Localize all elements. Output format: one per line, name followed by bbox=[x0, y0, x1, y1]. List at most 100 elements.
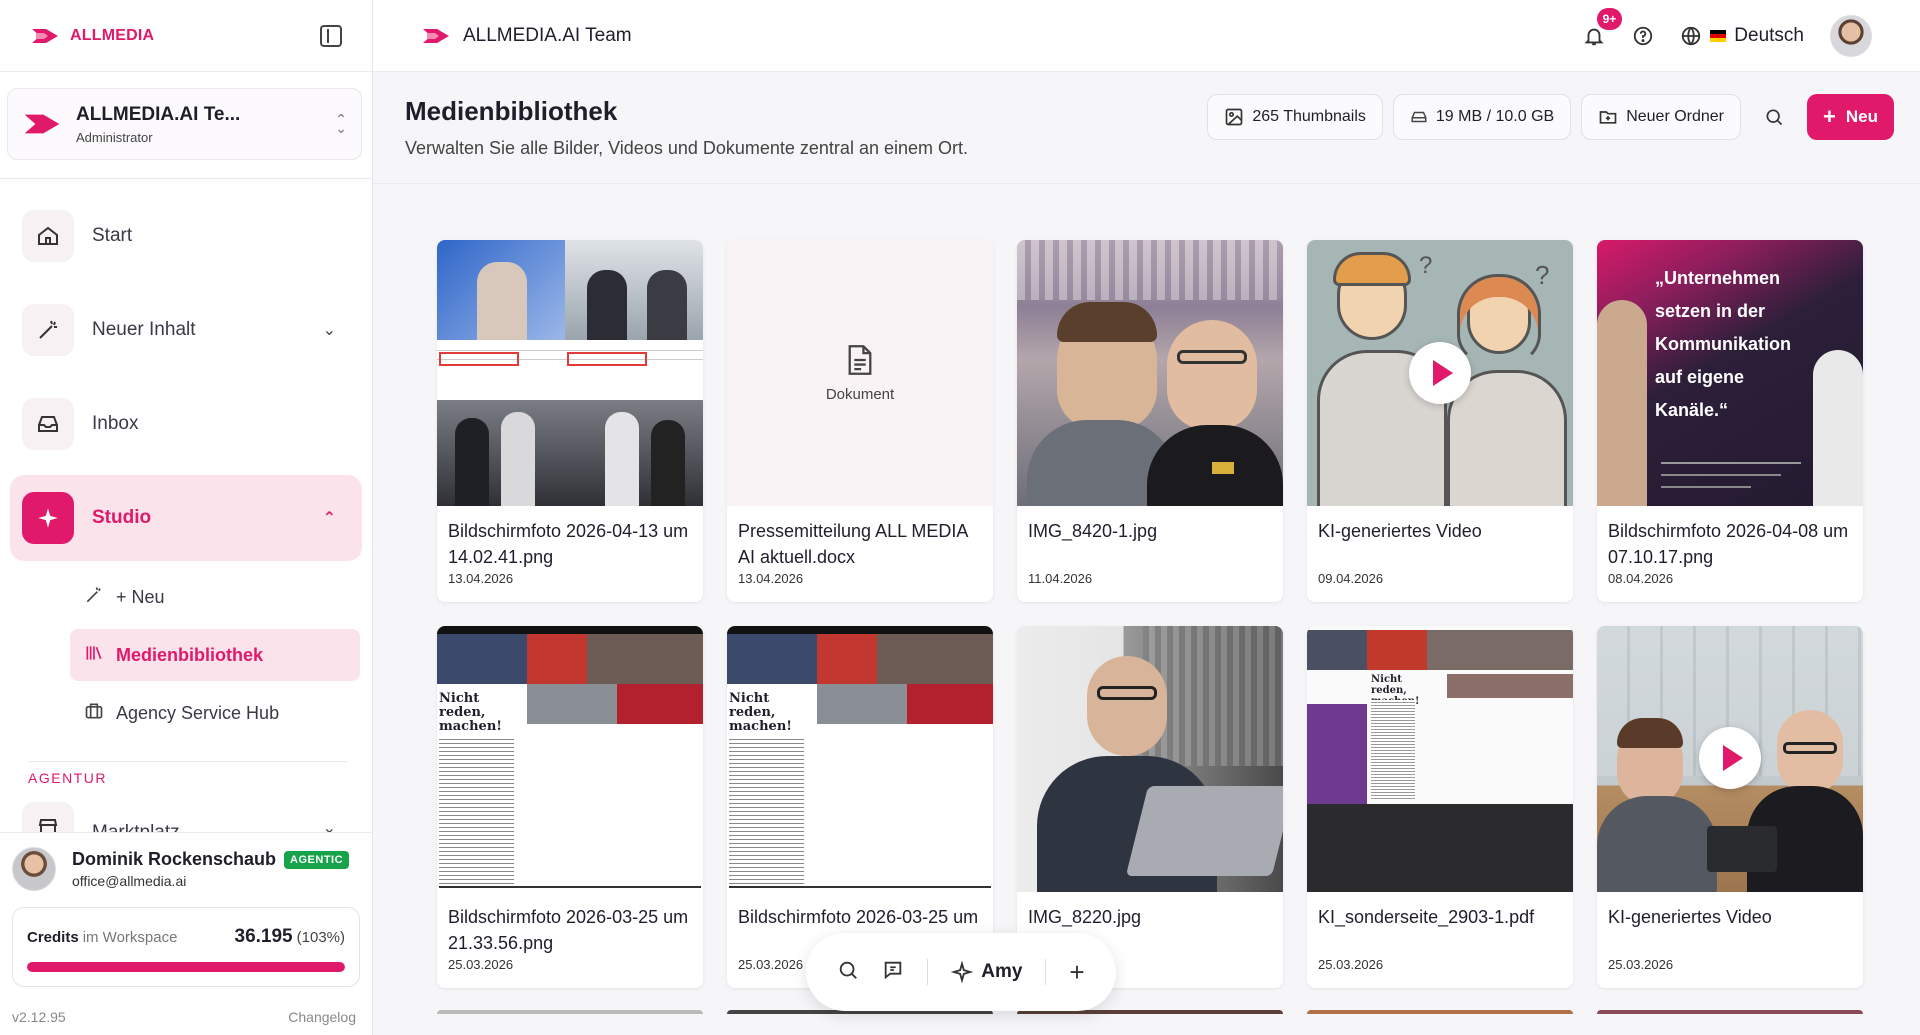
media-card[interactable]: Nicht reden, machen! Bildschirmfoto 2026… bbox=[437, 626, 703, 988]
globe-icon bbox=[1682, 26, 1701, 46]
next-row-card-peek bbox=[1307, 1010, 1573, 1014]
credits-progress-bar bbox=[27, 962, 345, 972]
media-date: 13.04.2026 bbox=[448, 571, 514, 586]
credits-card[interactable]: Credits im Workspace 36.195 (103%) bbox=[12, 907, 360, 987]
language-label: Deutsch bbox=[1734, 24, 1804, 46]
dock-add-button[interactable]: + bbox=[1069, 959, 1084, 985]
media-date: 25.03.2026 bbox=[448, 957, 514, 972]
credits-percent: (103%) bbox=[296, 929, 345, 946]
sub-item-neu[interactable]: + Neu bbox=[70, 571, 360, 623]
page-title: Medienbibliothek bbox=[405, 96, 618, 126]
media-date: 08.04.2026 bbox=[1608, 571, 1674, 586]
media-thumbnail: Nicht reden, machen! bbox=[437, 626, 703, 892]
user-row[interactable]: Dominik Rockenschaub AGENTIC office@allm… bbox=[12, 847, 360, 891]
nav-label: Inbox bbox=[92, 413, 139, 434]
notifications-button[interactable]: 9+ bbox=[1582, 7, 1623, 48]
media-title: Pressemitteilung ALL MEDIA AI aktuell.do… bbox=[738, 521, 968, 567]
chevron-updown-icon: ⌃ ⌄ bbox=[335, 111, 347, 136]
media-card[interactable]: KI-generiertes Video 25.03.2026 bbox=[1597, 626, 1863, 988]
workspace-logo-icon bbox=[24, 114, 60, 134]
assistant-label: Amy bbox=[981, 961, 1023, 982]
play-icon[interactable] bbox=[1699, 727, 1761, 789]
language-switcher[interactable]: Deutsch bbox=[1680, 25, 1804, 47]
media-title: KI-generiertes Video bbox=[1318, 521, 1482, 541]
assistant-amy-button[interactable]: Amy bbox=[951, 961, 1022, 983]
play-icon[interactable] bbox=[1409, 342, 1471, 404]
search-button[interactable] bbox=[1751, 94, 1797, 140]
workspace-switcher[interactable]: ALLMEDIA.AI Te... Administrator ⌃ ⌄ bbox=[7, 88, 362, 160]
media-title: KI_sonderseite_2903-1.pdf bbox=[1318, 907, 1535, 927]
media-title: KI-generiertes Video bbox=[1608, 907, 1772, 927]
magic-wand-icon bbox=[84, 585, 104, 610]
thumbnails-count-button[interactable]: 265 Thumbnails bbox=[1207, 94, 1383, 140]
media-title: Bildschirmfoto 2026-03-25 um 21.33.56.pn… bbox=[448, 907, 689, 953]
credits-sub-label: im Workspace bbox=[82, 929, 178, 946]
sidebar-header: ALLMEDIA bbox=[0, 0, 372, 72]
nav-item-inbox[interactable]: Inbox bbox=[10, 381, 362, 467]
help-icon[interactable] bbox=[1632, 25, 1654, 47]
sidebar-collapse-icon[interactable] bbox=[320, 24, 342, 47]
new-button-label: Neu bbox=[1845, 107, 1878, 126]
page-header: Medienbibliothek Verwalten Sie alle Bild… bbox=[373, 72, 1920, 184]
credits-progress-fill bbox=[27, 962, 345, 972]
media-card[interactable]: ? ? KI-generiertes Video 09.04.2026 bbox=[1307, 240, 1573, 602]
question-mark-decoration: ? bbox=[1535, 260, 1550, 290]
home-icon bbox=[22, 210, 74, 262]
version-label: v2.12.95 bbox=[12, 1009, 66, 1025]
agentic-badge: AGENTIC bbox=[284, 850, 350, 869]
media-thumbnail: Dokument bbox=[727, 240, 993, 506]
floating-action-dock: Amy + bbox=[806, 933, 1116, 1011]
sub-item-agency-service-hub[interactable]: Agency Service Hub bbox=[70, 687, 360, 739]
nav-label: Neuer Inhalt bbox=[92, 319, 196, 340]
user-panel: Dominik Rockenschaub AGENTIC office@allm… bbox=[0, 832, 372, 1035]
profile-avatar[interactable] bbox=[1830, 14, 1872, 57]
search-icon bbox=[840, 961, 858, 979]
workspace-role: Administrator bbox=[76, 129, 153, 145]
media-thumbnail: „Unternehmen setzen in der Kommunikation… bbox=[1597, 240, 1863, 506]
sparkle-icon bbox=[22, 492, 74, 544]
media-date: 25.03.2026 bbox=[1608, 957, 1674, 972]
changelog-link[interactable]: Changelog bbox=[288, 1009, 356, 1025]
credits-label: Credits bbox=[27, 929, 79, 946]
next-row-card-peek bbox=[437, 1010, 703, 1014]
workspace-name: ALLMEDIA.AI Te... bbox=[76, 103, 241, 125]
search-icon bbox=[1766, 109, 1783, 126]
media-thumbnail bbox=[437, 240, 703, 506]
nav-item-start[interactable]: Start bbox=[10, 193, 362, 279]
media-card[interactable]: Nicht reden, machen! KI_sonderseite_2903… bbox=[1307, 626, 1573, 988]
sub-item-label: Agency Service Hub bbox=[116, 702, 280, 723]
new-folder-button[interactable]: Neuer Ordner bbox=[1581, 94, 1742, 140]
nav-label: Studio bbox=[92, 507, 152, 528]
team-logo-icon bbox=[423, 28, 449, 43]
storage-label: 19 MB / 10.0 GB bbox=[1435, 108, 1555, 125]
new-button[interactable]: + Neu bbox=[1807, 94, 1894, 140]
storage-usage: 19 MB / 10.0 GB bbox=[1392, 94, 1572, 140]
media-card[interactable]: Bildschirmfoto 2026-04-13 um 14.02.41.pn… bbox=[437, 240, 703, 602]
document-icon bbox=[848, 344, 872, 375]
media-card[interactable]: Dokument Pressemitteilung ALL MEDIA AI a… bbox=[727, 240, 993, 602]
media-thumbnail: Nicht reden, machen! bbox=[1307, 626, 1573, 892]
section-label-agentur: AGENTUR bbox=[28, 761, 348, 786]
sub-item-medienbibliothek[interactable]: Medienbibliothek bbox=[70, 629, 360, 681]
main-nav: Start Neuer Inhalt ⌄ Inbox Studio ⌃ + Ne… bbox=[0, 178, 372, 842]
page-subtitle: Verwalten Sie alle Bilder, Videos und Do… bbox=[405, 138, 968, 158]
media-card[interactable]: IMG_8420-1.jpg 11.04.2026 bbox=[1017, 240, 1283, 602]
newspaper-headline: Nicht reden, machen! bbox=[729, 691, 792, 734]
dock-feedback-button[interactable] bbox=[882, 959, 904, 986]
thumbnails-count: 265 Thumbnails bbox=[1252, 108, 1366, 125]
media-grid: Bildschirmfoto 2026-04-13 um 14.02.41.pn… bbox=[437, 240, 1863, 988]
newspaper-headline: Nicht reden, machen! bbox=[439, 691, 502, 734]
media-card[interactable]: „Unternehmen setzen in der Kommunikation… bbox=[1597, 240, 1863, 602]
sidebar-footer: v2.12.95 Changelog bbox=[12, 1009, 356, 1025]
brand-logo-icon bbox=[32, 28, 58, 43]
dock-search-button[interactable] bbox=[837, 959, 859, 986]
nav-item-studio[interactable]: Studio ⌃ bbox=[10, 475, 362, 561]
german-flag-icon bbox=[1710, 29, 1727, 42]
chevron-up-icon: ⌃ bbox=[322, 510, 336, 527]
nav-item-neuer-inhalt[interactable]: Neuer Inhalt ⌄ bbox=[10, 287, 362, 373]
question-mark-decoration: ? bbox=[1419, 252, 1433, 279]
new-folder-label: Neuer Ordner bbox=[1626, 108, 1725, 125]
media-date: 11.04.2026 bbox=[1028, 571, 1093, 586]
media-date: 13.04.2026 bbox=[738, 571, 804, 586]
library-icon bbox=[84, 643, 104, 668]
